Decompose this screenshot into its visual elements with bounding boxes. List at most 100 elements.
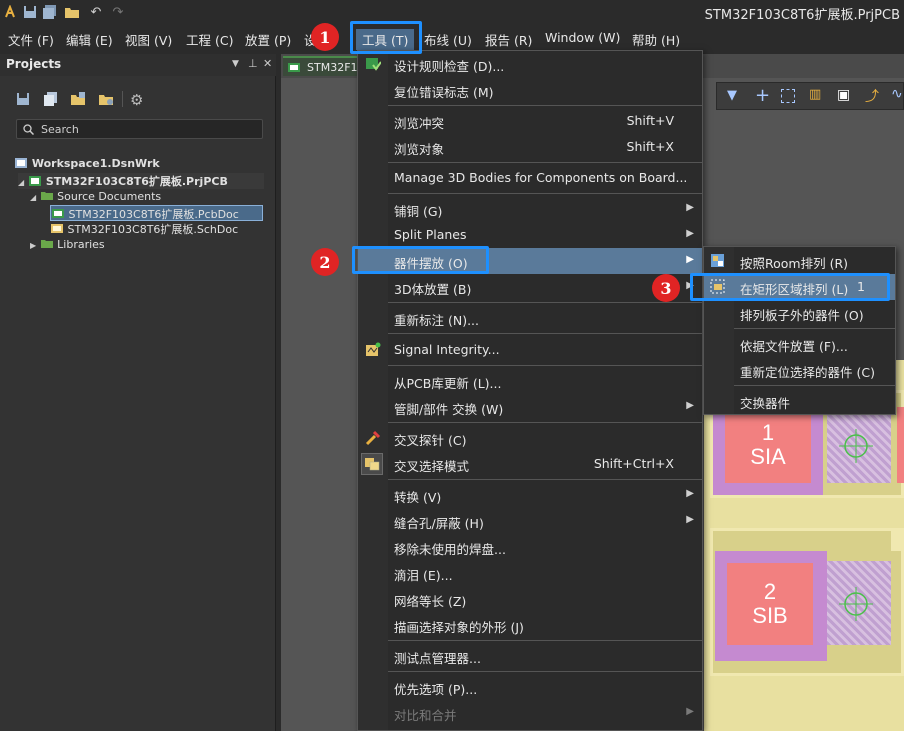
menu-item-re-annotate[interactable]: 重新标注 (N)... [358, 305, 702, 331]
menu-item-manage-3d-bodies[interactable]: Manage 3D Bodies for Components on Board… [358, 165, 702, 191]
submenu-item-arrange-within-room[interactable]: 按照Room排列 (R) [704, 248, 895, 274]
panel-save-icon[interactable] [16, 92, 30, 109]
submenu-item-place-from-file[interactable]: 依据文件放置 (F)... [704, 331, 895, 357]
undo-icon[interactable]: ↶ [88, 4, 104, 20]
submenu-arrow-icon: ▶ [686, 488, 694, 499]
menu-item-browse-objects[interactable]: 浏览对象 Shift+X [358, 134, 702, 160]
menu-help[interactable]: 帮助 (H) [632, 30, 680, 49]
route-icon[interactable]: ⤴ [865, 86, 879, 106]
close-icon[interactable]: ✕ [263, 57, 272, 70]
menu-item-convert[interactable]: 转换 (V) ▶ [358, 482, 702, 508]
panel-folder-settings-icon[interactable] [98, 92, 114, 109]
menu-item-teardrops[interactable]: 滴泪 (E)... [358, 560, 702, 586]
sch-doc-icon [51, 224, 63, 233]
document-tab[interactable]: STM32F10 [283, 56, 365, 76]
menu-item-remove-unused-pads[interactable]: 移除未使用的焊盘... [358, 534, 702, 560]
gear-icon[interactable]: ⚙ [130, 91, 143, 109]
save-all-icon[interactable] [42, 4, 58, 20]
component-icon[interactable]: ▣ [837, 87, 850, 103]
menu-item-3d-body-placement[interactable]: 3D体放置 (B) ▶ [358, 274, 702, 300]
menu-project[interactable]: 工程 (C) [186, 30, 233, 49]
pad[interactable]: 1 SIA [725, 407, 811, 483]
toolbar-divider [122, 91, 123, 107]
expand-arrow-icon[interactable]: ◢ [18, 178, 24, 187]
tree-sch-doc[interactable]: STM32F103C8T6扩展板.SchDoc [50, 221, 263, 237]
menu-item-label: 重新定位选择的器件 (C) [740, 365, 875, 380]
pcb-doc-icon [52, 209, 64, 218]
menu-item-outline-selected[interactable]: 描画选择对象的外形 (J) [358, 612, 702, 638]
menu-item-label: 排列板子外的器件 (O) [740, 308, 864, 323]
menu-item-cross-select-mode[interactable]: 交叉选择模式 Shift+Ctrl+X [358, 451, 702, 477]
arc-icon[interactable]: ∿ [891, 86, 903, 102]
menu-place[interactable]: 放置 (P) [245, 30, 291, 49]
menu-separator [388, 479, 702, 480]
menu-item-preferences[interactable]: 优先选项 (P)... [358, 674, 702, 700]
panel-menu-icon[interactable]: ▼ [232, 59, 239, 69]
workspace-icon [15, 158, 27, 168]
menu-window[interactable]: Window (W) [545, 30, 620, 45]
menu-item-label: 从PCB库更新 (L)... [394, 376, 502, 391]
menu-item-drc[interactable]: 设计规则检查 (D)... [358, 51, 702, 77]
submenu-item-reposition-selected[interactable]: 重新定位选择的器件 (C) [704, 357, 895, 383]
collapse-arrow-icon[interactable]: ▶ [30, 241, 36, 250]
tree-workspace[interactable]: Workspace1.DsnWrk [14, 157, 160, 170]
menu-edit[interactable]: 编辑 (E) [66, 30, 113, 49]
expand-arrow-icon[interactable]: ◢ [30, 193, 36, 202]
folder-icon [40, 240, 53, 248]
menu-item-cross-probe[interactable]: 交叉探针 (C) [358, 425, 702, 451]
pad-number: 1 [761, 419, 775, 445]
save-icon[interactable] [22, 4, 38, 20]
open-folder-icon[interactable] [64, 4, 80, 20]
menu-item-split-planes[interactable]: Split Planes ▶ [358, 222, 702, 248]
placement-submenu: 按照Room排列 (R) 在矩形区域排列 (L) 1 排列板子外的器件 (O) … [703, 246, 896, 415]
tools-menu: 设计规则检查 (D)... 复位错误标志 (M) 浏览冲突 Shift+V 浏览… [357, 50, 703, 731]
menu-route[interactable]: 布线 (U) [424, 30, 472, 49]
menu-item-label: 优先选项 (P)... [394, 682, 478, 697]
menu-item-via-stitching[interactable]: 缝合孔/屏蔽 (H) ▶ [358, 508, 702, 534]
menu-item-browse-violations[interactable]: 浏览冲突 Shift+V [358, 108, 702, 134]
callout-badge: 3 [652, 274, 680, 302]
menu-item-update-from-pcb-lib[interactable]: 从PCB库更新 (L)... [358, 368, 702, 394]
menu-item-label: 依据文件放置 (F)... [740, 339, 848, 354]
menu-item-label: 设计规则检查 (D)... [394, 59, 505, 74]
select-rect-icon[interactable] [781, 89, 795, 103]
search-input[interactable]: Search [16, 119, 263, 139]
redo-icon[interactable]: ↷ [110, 4, 126, 20]
align-icon[interactable]: ▥ [809, 87, 821, 102]
filter-icon[interactable]: ▼ [727, 88, 737, 103]
menu-view[interactable]: 视图 (V) [125, 30, 172, 49]
title-bar: ↶ ↷ STM32F103C8T6扩展板.PrjPCB [0, 0, 904, 26]
menu-item-reset-errors[interactable]: 复位错误标志 (M) [358, 77, 702, 103]
menu-separator [734, 385, 895, 386]
pin-icon[interactable]: ⊥ [248, 57, 258, 70]
origin-marker-icon [839, 429, 873, 463]
window-title: STM32F103C8T6扩展板.PrjPCB [704, 8, 900, 23]
submenu-item-arrange-outside-board[interactable]: 排列板子外的器件 (O) [704, 300, 895, 326]
tree-source-folder[interactable]: ◢ Source Documents [30, 190, 161, 203]
menu-item-shortcut: Shift+X [626, 139, 674, 154]
menu-item-label: 交叉探针 (C) [394, 433, 467, 448]
menu-item-polygon-pours[interactable]: 铺铜 (G) ▶ [358, 196, 702, 222]
tree-pcb-doc[interactable]: STM32F103C8T6扩展板.PcbDoc [50, 205, 263, 221]
pad[interactable]: 2 SIB [727, 563, 813, 645]
pad-number: 2 [763, 578, 777, 604]
component-footprint[interactable]: 2 SIB [710, 528, 904, 676]
panel-folder-icon[interactable] [70, 92, 86, 109]
tree-libraries[interactable]: ▶ Libraries [30, 238, 105, 251]
menu-item-net-length-tuning[interactable]: 网络等长 (Z) [358, 586, 702, 612]
submenu-item-swap-components[interactable]: 交换器件 [704, 388, 895, 414]
cross-select-icon [365, 458, 380, 471]
tree-project[interactable]: ◢ STM32F103C8T6扩展板.PrjPCB [18, 173, 264, 189]
menu-reports[interactable]: 报告 (R) [485, 30, 532, 49]
crosshair-icon[interactable]: + [755, 85, 770, 106]
panel-copy-icon[interactable] [44, 92, 58, 109]
menu-separator [388, 302, 702, 303]
menu-item-pin-swap[interactable]: 管脚/部件 交换 (W) ▶ [358, 394, 702, 420]
menu-item-testpoint-manager[interactable]: 测试点管理器... [358, 643, 702, 669]
menu-item-signal-integrity[interactable]: Signal Integrity... [358, 337, 702, 363]
menu-item-compare-merge[interactable]: 对比和合并 ▶ [358, 700, 702, 726]
app-logo-icon [2, 4, 18, 20]
menu-file[interactable]: 文件 (F) [8, 30, 54, 49]
pad-edge [897, 407, 904, 483]
menu-item-label: 测试点管理器... [394, 651, 481, 666]
